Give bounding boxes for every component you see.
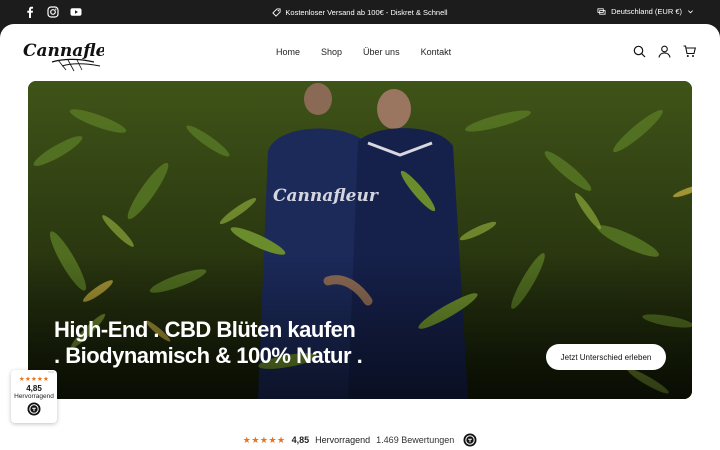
hero-banner: Cannafleur High-End . CBD Blüten kaufen …	[28, 81, 692, 399]
hero-title-line-2: . Biodynamisch & 100% Natur .	[54, 343, 363, 368]
locale-selector[interactable]: Deutschland (EUR €)	[597, 7, 694, 16]
review-badge[interactable]: ⋯ ★★★★★ 4,85 Hervorragend	[11, 370, 57, 423]
account-icon[interactable]	[658, 45, 671, 58]
badge-label: Hervorragend	[14, 393, 54, 400]
rating-score: 4,85	[291, 435, 310, 445]
tag-icon	[272, 8, 281, 17]
page-panel: Cannafleur Home Shop Über uns Kontakt	[0, 24, 720, 450]
rating-label: Hervorragend	[315, 435, 371, 445]
header-actions	[633, 45, 696, 58]
announcement-bar: Kostenloser Versand ab 100€ - Diskret & …	[0, 0, 720, 24]
hero-title: High-End . CBD Blüten kaufen . Biodynami…	[54, 317, 363, 369]
logo-text: Cannafleur	[23, 41, 104, 61]
hero-title-line-1: High-End . CBD Blüten kaufen	[54, 317, 356, 342]
nav-item-shop[interactable]: Shop	[321, 47, 342, 57]
trust-rating-bar[interactable]: ★★★★★ 4,85 Hervorragend 1.469 Bewertunge…	[0, 433, 720, 447]
announcement-text: Kostenloser Versand ab 100€ - Diskret & …	[285, 8, 448, 17]
search-icon[interactable]	[633, 45, 646, 58]
locale-label: Deutschland (EUR €)	[611, 7, 682, 16]
main-navigation: Home Shop Über uns Kontakt	[276, 47, 451, 57]
trusted-shops-icon	[27, 402, 41, 416]
cannafleur-logo[interactable]: Cannafleur	[22, 32, 104, 74]
review-count: 1.469 Bewertungen	[376, 435, 455, 445]
rating-stars: ★★★★★	[242, 434, 286, 445]
more-icon[interactable]: ⋯	[48, 370, 54, 376]
nav-item-home[interactable]: Home	[276, 47, 300, 57]
badge-stars: ★★★★★	[18, 376, 50, 383]
trusted-shops-icon	[463, 433, 477, 447]
chevron-down-icon	[688, 10, 693, 14]
badge-score: 4,85	[26, 384, 42, 393]
nav-item-about[interactable]: Über uns	[363, 47, 400, 57]
currency-icon	[597, 8, 606, 15]
nav-item-contact[interactable]: Kontakt	[421, 47, 452, 57]
cta-button[interactable]: Jetzt Unterschied erleben	[546, 344, 666, 370]
cart-icon[interactable]	[683, 45, 696, 58]
